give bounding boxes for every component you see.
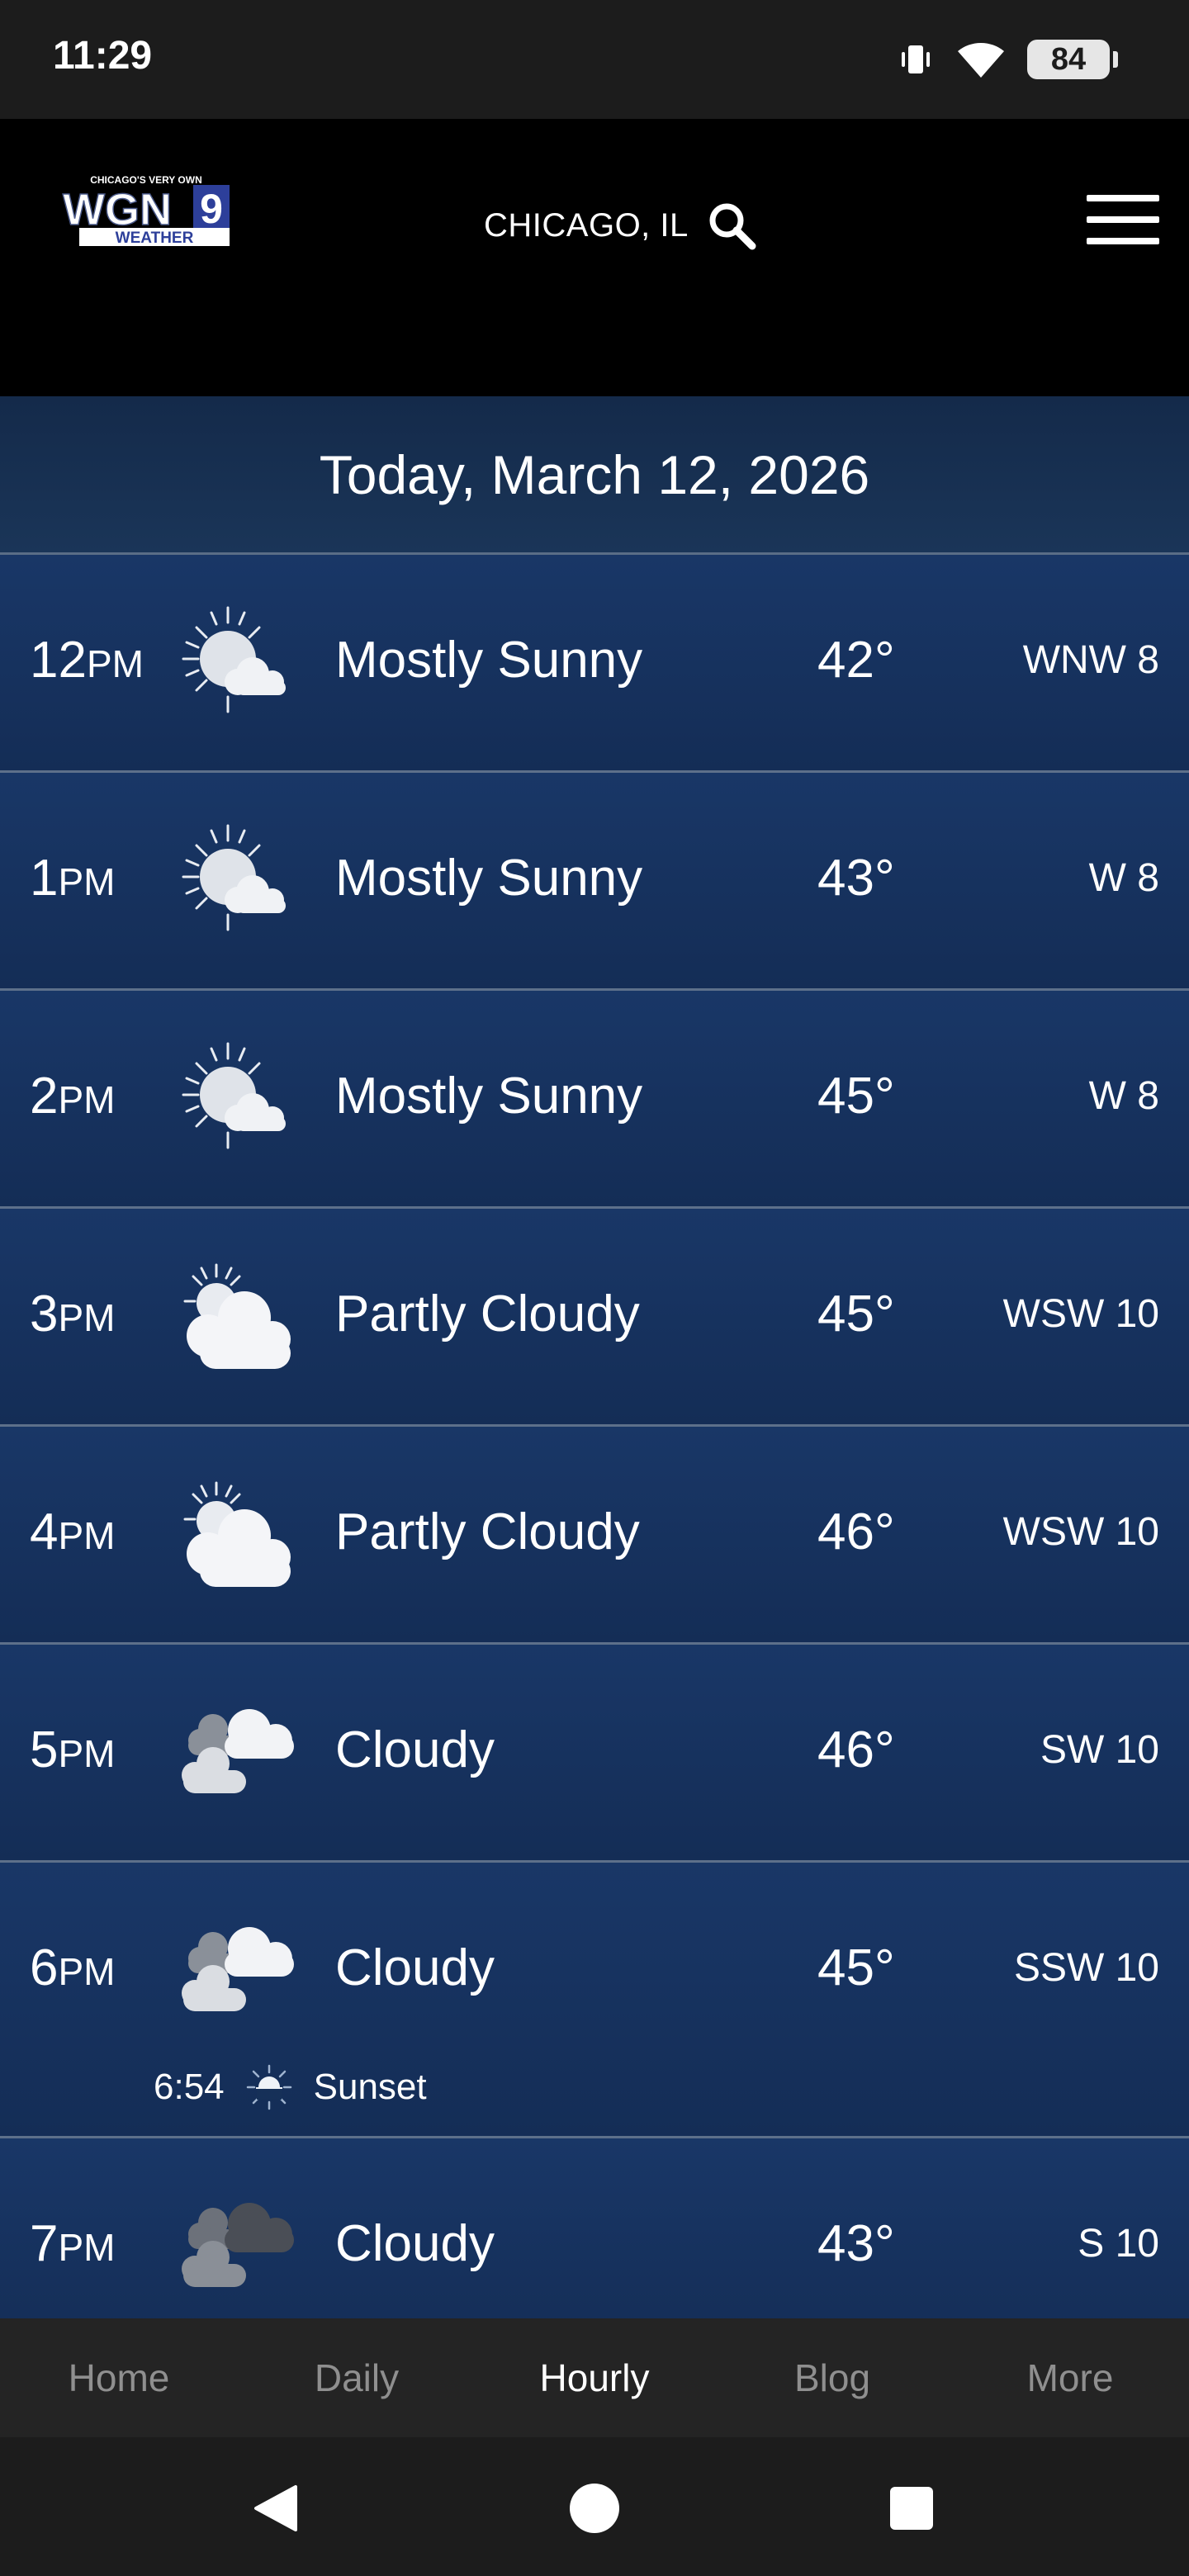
home-icon[interactable] [570, 2484, 619, 2533]
sunset-label: Sunset [313, 2067, 427, 2107]
hour-time: 4PM [30, 1503, 116, 1560]
hour-condition: Mostly Sunny [335, 850, 643, 907]
hour-condition: Partly Cloudy [335, 1286, 640, 1342]
hour-row[interactable]: 5PM Cloudy 46° SW 10 [0, 1645, 1189, 1863]
hour-row[interactable]: 12PM Mostly Sunny 42° WNW 8 [0, 555, 1189, 773]
cloudy-icon [170, 1694, 294, 1810]
battery-level: 84 [1050, 41, 1087, 77]
nav-more[interactable]: More [951, 2356, 1189, 2400]
hour-temperature: 45° [817, 1286, 895, 1342]
hour-condition: Cloudy [335, 2215, 495, 2272]
hour-temperature: 45° [817, 1068, 895, 1125]
hour-condition: Mostly Sunny [335, 632, 643, 689]
hourly-forecast-list[interactable]: 12PM Mostly Sunny 42° WNW 8 1PM Mostly S… [0, 555, 1189, 2318]
nav-daily[interactable]: Daily [238, 2356, 476, 2400]
hour-temperature: 43° [817, 850, 895, 907]
hour-time: 6PM [30, 1939, 116, 1996]
partly-cloudy-icon [170, 1476, 294, 1592]
logo-channel: 9 [200, 186, 223, 232]
mostly-sunny-icon [170, 1040, 294, 1156]
location-name: CHICAGO, IL [484, 206, 689, 244]
logo-tagline: CHICAGO'S VERY OWN [90, 174, 202, 186]
logo-sub: WEATHER [116, 230, 194, 247]
hour-condition: Cloudy [335, 1721, 495, 1778]
hour-wind: S 10 [1078, 2222, 1159, 2266]
date-header: Today, March 12, 2026 [0, 396, 1189, 555]
status-bar: 11:29 84 [0, 0, 1189, 119]
location-selector[interactable]: CHICAGO, IL [484, 188, 756, 263]
partly-cloudy-icon [170, 1258, 294, 1374]
nav-home[interactable]: Home [0, 2356, 238, 2400]
hour-time: 12PM [30, 632, 144, 689]
hour-wind: WNW 8 [1022, 638, 1159, 682]
wgn9-weather-logo[interactable]: CHICAGO'S VERY OWN WGN 9 WEATHER [61, 172, 231, 248]
nav-blog[interactable]: Blog [713, 2356, 951, 2400]
hour-row[interactable]: 2PM Mostly Sunny 45° W 8 [0, 991, 1189, 1209]
hour-wind: W 8 [1088, 1074, 1159, 1118]
date-text: Today, March 12, 2026 [319, 443, 870, 505]
hour-temperature: 42° [817, 632, 895, 689]
hour-time: 3PM [30, 1286, 116, 1342]
cloudy-dark-icon [170, 2188, 294, 2304]
logo-brand: WGN [63, 185, 172, 234]
hour-row[interactable]: 3PM Partly Cloudy 45° WSW 10 [0, 1209, 1189, 1427]
hour-condition: Mostly Sunny [335, 1068, 643, 1125]
recent-apps-icon[interactable] [890, 2487, 933, 2530]
hour-temperature: 46° [817, 1503, 895, 1560]
wifi-icon [958, 42, 1004, 78]
hour-time: 5PM [30, 1721, 116, 1778]
battery-indicator: 84 [1027, 40, 1118, 79]
hour-wind: W 8 [1088, 856, 1159, 900]
hour-time: 2PM [30, 1068, 116, 1125]
hour-wind: SSW 10 [1013, 1946, 1159, 1990]
hamburger-menu-icon[interactable] [1087, 185, 1159, 254]
status-time: 11:29 [53, 34, 153, 78]
sunset-info: 6:54 Sunset [154, 2057, 427, 2117]
mostly-sunny-icon [170, 604, 294, 720]
hour-wind: SW 10 [1040, 1728, 1159, 1772]
hour-row[interactable]: 6PM Cloudy 45° SSW 10 6:54 Sunset [0, 1863, 1189, 2138]
hour-row[interactable]: 4PM Partly Cloudy 46° WSW 10 [0, 1427, 1189, 1645]
hour-time: 7PM [30, 2215, 116, 2272]
back-icon[interactable] [253, 2484, 299, 2533]
hour-temperature: 46° [817, 1721, 895, 1778]
system-navigation-bar [0, 2437, 1189, 2576]
nav-hourly[interactable]: Hourly [476, 2356, 713, 2400]
sunset-time: 6:54 [154, 2067, 225, 2107]
hour-row[interactable]: 7PM Cloudy 43° S 10 [0, 2138, 1189, 2318]
cloudy-icon [170, 1912, 294, 2028]
hour-temperature: 45° [817, 1939, 895, 1996]
hour-wind: WSW 10 [1002, 1510, 1159, 1554]
sunset-icon [246, 2064, 291, 2110]
hour-time: 1PM [30, 850, 116, 907]
hour-condition: Partly Cloudy [335, 1503, 640, 1560]
vibrate-icon [902, 45, 930, 73]
mostly-sunny-icon [170, 822, 294, 938]
hour-wind: WSW 10 [1002, 1292, 1159, 1336]
search-icon[interactable] [707, 201, 756, 250]
hour-condition: Cloudy [335, 1939, 495, 1996]
hour-temperature: 43° [817, 2215, 895, 2272]
status-icons: 84 [897, 36, 1118, 83]
hour-row[interactable]: 1PM Mostly Sunny 43° W 8 [0, 773, 1189, 991]
bottom-navigation: Home Daily Hourly Blog More [0, 2318, 1189, 2437]
